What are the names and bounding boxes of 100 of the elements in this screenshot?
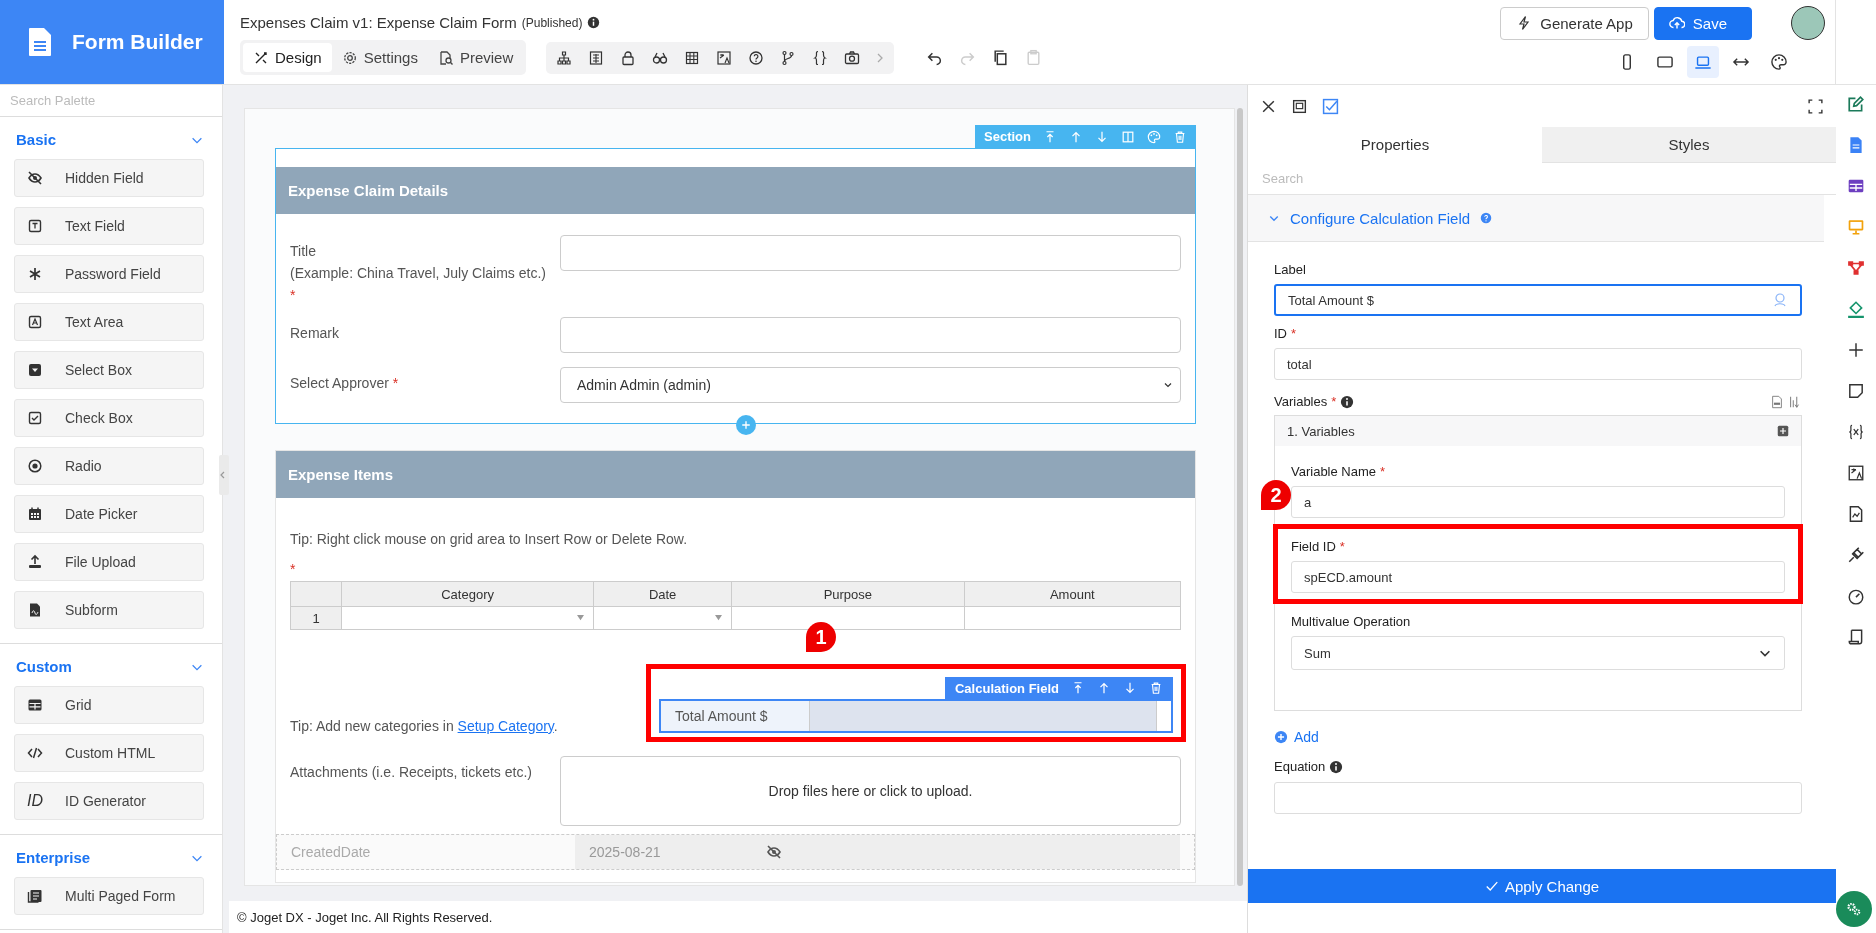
variable-name-input[interactable]: a [1291, 486, 1785, 518]
palette-item[interactable]: Password Field [14, 255, 204, 293]
braces-icon[interactable] [812, 49, 829, 66]
settings-button[interactable] [1836, 891, 1872, 927]
letter-box-icon [27, 314, 43, 330]
required-mark: * [1380, 464, 1386, 479]
grid-cell[interactable] [341, 606, 594, 630]
paint-bucket-icon[interactable] [1847, 300, 1865, 318]
id-input[interactable]: total [1274, 348, 1802, 380]
label-input[interactable]: Total Amount $ [1274, 284, 1802, 316]
group-header[interactable]: Configure Calculation Field [1248, 195, 1824, 242]
translate-icon[interactable] [716, 49, 733, 66]
setup-category-link[interactable]: Setup Category [457, 718, 554, 734]
laptop-icon[interactable] [1687, 46, 1719, 78]
plus-icon[interactable] [1847, 341, 1865, 359]
info-icon [587, 16, 601, 29]
list-item-title: 1. Variables [1287, 423, 1355, 439]
palette-group-title[interactable]: Basic [16, 131, 57, 148]
file-chart-icon[interactable] [1847, 505, 1865, 523]
palette-item[interactable]: Hidden Field [14, 159, 204, 197]
field-label: Remark [290, 325, 339, 341]
dropdown-box-icon [27, 362, 43, 378]
palette-item[interactable]: Select Box [14, 351, 204, 389]
view-tab[interactable]: Settings [331, 43, 428, 72]
view-tab[interactable]: Preview [427, 43, 524, 72]
nodes-icon[interactable] [1847, 259, 1865, 277]
data-grid[interactable]: Category Date Purpose Amount 1 [290, 581, 1181, 630]
note-icon[interactable] [1847, 382, 1865, 400]
callout-badge: 2 [1261, 480, 1291, 510]
pencil-square-icon[interactable] [1847, 95, 1865, 113]
field-id-input[interactable]: spECD.amount [1291, 561, 1785, 593]
view-tab[interactable]: Design [243, 43, 332, 72]
file-drop-zone[interactable]: Drop files here or click to upload. [560, 756, 1181, 826]
tree-icon[interactable] [556, 49, 573, 66]
calculation-field[interactable]: Total Amount $ [659, 699, 1173, 733]
table-icon[interactable] [684, 49, 701, 66]
palette-item[interactable]: Text Field [14, 207, 204, 245]
required-mark: * [1291, 326, 1297, 341]
copy-icon[interactable] [992, 49, 1010, 66]
select-box[interactable]: Admin Admin (admin) [560, 367, 1181, 403]
generate-button[interactable]: Generate App [1500, 6, 1649, 40]
collapse-handle[interactable] [219, 455, 229, 495]
palette-item[interactable]: Multi Paged Form [14, 877, 204, 915]
checkbox-icon[interactable] [1322, 97, 1339, 115]
arrow-down-icon[interactable] [1123, 681, 1137, 695]
property-label: Field ID [1291, 539, 1336, 554]
variable-icon[interactable] [1847, 423, 1865, 441]
form-section[interactable]: Expense Claim Details Title (Example: China Travel, July Claims etc.) * Remark Select Approver * Admin Admin (admin) [275, 148, 1196, 424]
save-button[interactable]: Save [1653, 6, 1752, 40]
check-icon [1484, 879, 1499, 893]
palette-item[interactable]: Date Picker [14, 495, 204, 533]
form-section[interactable] [275, 450, 1196, 883]
dropdown-triangle-icon[interactable] [576, 614, 586, 621]
text-input[interactable] [560, 317, 1181, 353]
fullscreen-icon[interactable] [1807, 97, 1824, 115]
palette-group-title[interactable]: Enterprise [16, 849, 91, 866]
palette-item[interactable]: Subform [14, 591, 204, 629]
text-input[interactable] [560, 235, 1181, 271]
translate-icon[interactable] [1847, 464, 1865, 482]
palette-item[interactable]: Grid [14, 686, 204, 724]
grid-cell[interactable] [593, 606, 732, 630]
palette-item[interactable]: Radio [14, 447, 204, 485]
avatar[interactable] [1791, 6, 1825, 40]
arrow-up-icon[interactable] [1097, 681, 1111, 695]
panel-tab[interactable]: Styles [1542, 127, 1836, 163]
lock-icon[interactable] [620, 49, 637, 66]
equation-input[interactable] [1274, 782, 1802, 814]
required-mark: * [290, 561, 296, 577]
branch-icon[interactable] [780, 49, 797, 66]
plug-icon[interactable] [1847, 546, 1865, 564]
document-icon[interactable] [1847, 136, 1865, 154]
sort-icon[interactable] [1788, 394, 1802, 409]
operation-select[interactable]: Sum [1291, 636, 1785, 670]
dropdown-triangle-icon[interactable] [714, 614, 724, 621]
csv-icon[interactable] [1770, 394, 1784, 409]
camera-icon[interactable] [844, 49, 861, 66]
info-icon [1329, 759, 1344, 774]
palette-item[interactable]: ID ID Generator [14, 782, 204, 820]
palette-item[interactable]: Text Area [14, 303, 204, 341]
table-icon [27, 697, 43, 713]
help-icon[interactable] [748, 49, 765, 66]
plus-square-icon[interactable] [1777, 425, 1789, 437]
add-link[interactable]: Add [1274, 729, 1802, 745]
palette-group-title[interactable]: Custom [16, 658, 72, 675]
palette-item[interactable]: Custom HTML [14, 734, 204, 772]
scroll-icon[interactable] [1847, 628, 1865, 646]
apply-change-button[interactable]: Apply Change [1248, 869, 1836, 903]
row-number: 1 [290, 606, 342, 630]
window-icon[interactable] [1291, 97, 1308, 115]
property-label: Variable Name [1291, 464, 1377, 479]
document-icon [28, 27, 52, 57]
gauge-icon[interactable] [1847, 587, 1865, 605]
trash-icon[interactable] [1173, 129, 1187, 144]
palette-item[interactable]: Check Box [14, 399, 204, 437]
table-icon[interactable] [1847, 177, 1865, 195]
columns-icon[interactable] [588, 49, 605, 66]
trash-icon[interactable] [1149, 681, 1163, 695]
field-hint: (Example: China Travel, July Claims etc.) [290, 265, 547, 281]
palette-item[interactable]: File Upload [14, 543, 204, 581]
grid-cell[interactable] [964, 606, 1181, 630]
